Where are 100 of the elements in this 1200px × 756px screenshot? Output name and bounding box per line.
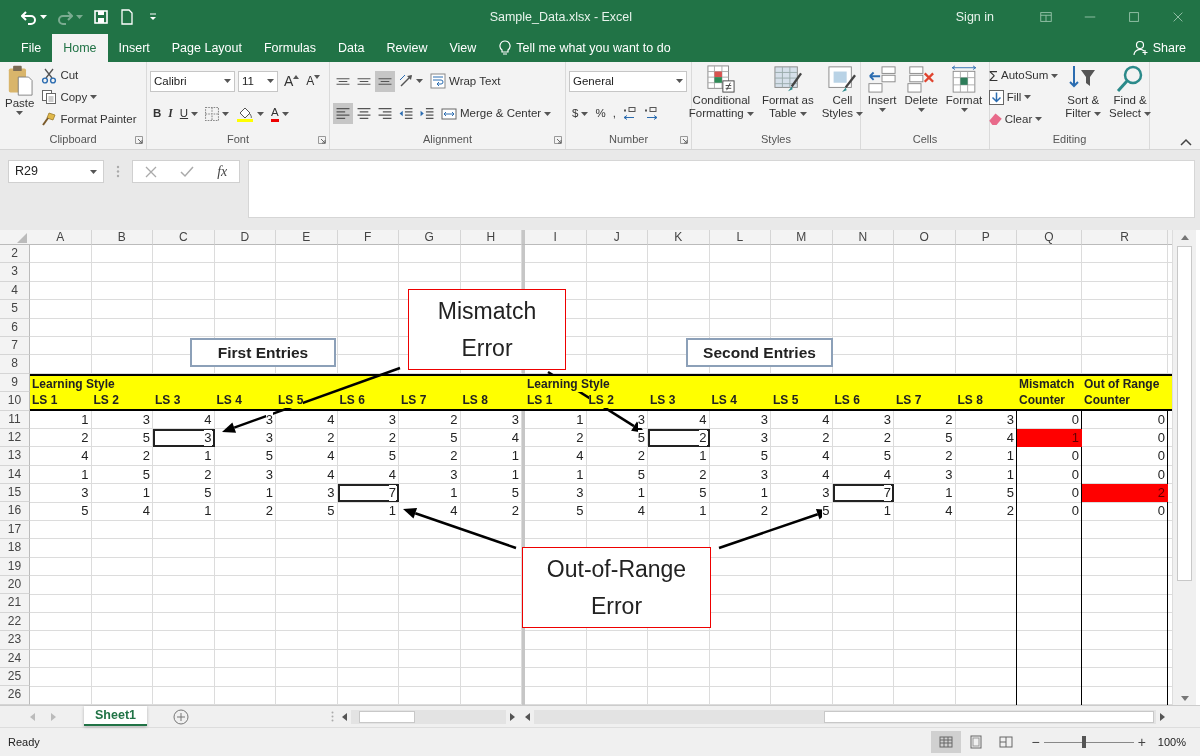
increase-font-size-button[interactable]: A: [281, 70, 303, 92]
ribbon-tab[interactable]: View: [438, 34, 488, 62]
ribbon-tab[interactable]: Home: [52, 34, 108, 62]
column-header[interactable]: M: [771, 230, 833, 245]
column-header[interactable]: C: [153, 230, 215, 245]
decrease-font-size-button[interactable]: A: [303, 70, 324, 92]
ribbon-tab[interactable]: Formulas: [252, 34, 328, 62]
row-header[interactable]: 20: [0, 576, 30, 595]
ribbon-tab[interactable]: File: [10, 34, 53, 62]
column-header[interactable]: D: [214, 230, 276, 245]
new-sheet-button[interactable]: [173, 708, 189, 725]
dialog-launcher-button[interactable]: [554, 136, 562, 144]
autosum-button[interactable]: Σ AutoSum: [985, 65, 1062, 87]
collapse-ribbon-button[interactable]: [1180, 138, 1192, 146]
underline-button[interactable]: U: [176, 103, 202, 125]
zoom-in-button[interactable]: +: [1133, 731, 1150, 753]
triangle-down-icon: [314, 74, 321, 79]
name-box[interactable]: R29: [8, 160, 104, 183]
column-header[interactable]: N: [832, 230, 894, 245]
row-header[interactable]: 2: [0, 245, 30, 264]
scrollbar-track[interactable]: [351, 709, 506, 724]
scrollbar-thumb[interactable]: [359, 710, 415, 723]
format-painter-button[interactable]: Format Painter: [38, 108, 140, 130]
conditional-formatting-button[interactable]: Conditional Formatting: [686, 65, 756, 132]
column-header[interactable]: F: [337, 230, 399, 245]
column-header[interactable]: O: [894, 230, 956, 245]
comma-style-button[interactable]: ,: [609, 103, 619, 125]
ribbon-tab[interactable]: Insert: [107, 34, 161, 62]
slider-thumb[interactable]: [1082, 736, 1087, 748]
sheet-tab[interactable]: Sheet1: [84, 705, 147, 726]
row-header[interactable]: 10: [0, 392, 30, 411]
font-name-field[interactable]: Calibri: [150, 70, 235, 92]
share-button[interactable]: Share: [1126, 34, 1192, 62]
row-header[interactable]: 8: [0, 355, 30, 374]
scroll-right-button[interactable]: [510, 712, 515, 721]
delete-button[interactable]: Delete: [902, 65, 940, 132]
sign-in-link[interactable]: Sign in: [955, 7, 994, 27]
paste-button[interactable]: Paste: [3, 65, 37, 132]
percent-button[interactable]: %: [592, 103, 609, 125]
format-cells-icon: [950, 65, 978, 93]
row-header[interactable]: 3: [0, 263, 30, 282]
cut-button[interactable]: Cut: [38, 65, 82, 87]
bold-button[interactable]: B: [150, 103, 165, 125]
insert-button[interactable]: Insert: [865, 65, 899, 132]
scrollbar-track[interactable]: [534, 709, 1156, 724]
scroll-left-button[interactable]: [342, 712, 347, 721]
cancel-button[interactable]: [144, 165, 157, 178]
sort-filter-button[interactable]: Sort & Filter: [1063, 65, 1104, 132]
find-select-button[interactable]: Find & Select: [1107, 65, 1154, 132]
scroll-left-button[interactable]: [525, 712, 530, 721]
number-format-field[interactable]: General: [569, 70, 687, 92]
scrollbar-thumb[interactable]: [1177, 246, 1192, 581]
dialog-launcher-button[interactable]: [318, 136, 326, 144]
dialog-launcher-button[interactable]: [135, 136, 143, 144]
normal-view-button[interactable]: [931, 731, 962, 753]
column-header[interactable]: Q: [1017, 230, 1082, 245]
format-button[interactable]: Format: [943, 65, 985, 132]
font-size-field[interactable]: 11: [238, 70, 278, 92]
column-header[interactable]: G: [399, 230, 461, 245]
row-header[interactable]: 16: [0, 502, 30, 521]
row-header[interactable]: 15: [0, 484, 30, 503]
fill-button[interactable]: Fill: [985, 87, 1035, 108]
row-header[interactable]: 23: [0, 631, 30, 650]
insert-function-button[interactable]: fx: [217, 161, 228, 182]
column-header[interactable]: I: [525, 230, 587, 245]
column-header[interactable]: B: [91, 230, 153, 245]
row-header[interactable]: 21: [0, 594, 30, 613]
column-header[interactable]: P: [955, 230, 1017, 245]
wrap-text-button[interactable]: Wrap Text: [427, 70, 504, 92]
column-header[interactable]: E: [276, 230, 338, 245]
formula-input[interactable]: [248, 160, 1195, 218]
merge-center-button[interactable]: Merge & Center: [438, 103, 555, 125]
currency-button[interactable]: $: [569, 103, 592, 125]
column-header[interactable]: L: [709, 230, 771, 245]
tell-me-search[interactable]: Tell me what you want to do: [493, 34, 677, 62]
zoom-out-button[interactable]: −: [1027, 731, 1044, 753]
ribbon-tab[interactable]: Data: [327, 34, 376, 62]
dialog-launcher-button[interactable]: [680, 136, 688, 144]
column-header[interactable]: R: [1082, 230, 1168, 245]
align-left-button[interactable]: [333, 103, 353, 125]
scroll-right-button[interactable]: [1160, 712, 1165, 721]
column-header[interactable]: A: [30, 230, 92, 245]
cell-styles-button[interactable]: Cell Styles: [819, 65, 866, 132]
ribbon-tab[interactable]: Review: [375, 34, 439, 62]
bottom-align-button[interactable]: [375, 70, 395, 92]
row-header[interactable]: 13: [0, 447, 30, 466]
row-header[interactable]: 26: [0, 686, 30, 705]
column-header[interactable]: K: [648, 230, 710, 245]
scrollbar-thumb[interactable]: [824, 710, 1154, 723]
column-header[interactable]: J: [586, 230, 648, 245]
enter-button[interactable]: [179, 165, 194, 178]
format-as-table-button[interactable]: Format as Table: [759, 65, 816, 132]
column-header[interactable]: H: [460, 230, 522, 245]
clear-button[interactable]: Clear: [985, 108, 1046, 130]
row-header[interactable]: 5: [0, 300, 30, 319]
italic-button[interactable]: I: [165, 103, 176, 125]
copy-button[interactable]: Copy: [38, 87, 101, 108]
row-header[interactable]: 18: [0, 539, 30, 558]
font-color-button[interactable]: A: [268, 103, 292, 125]
ribbon-tab[interactable]: Page Layout: [160, 34, 253, 62]
